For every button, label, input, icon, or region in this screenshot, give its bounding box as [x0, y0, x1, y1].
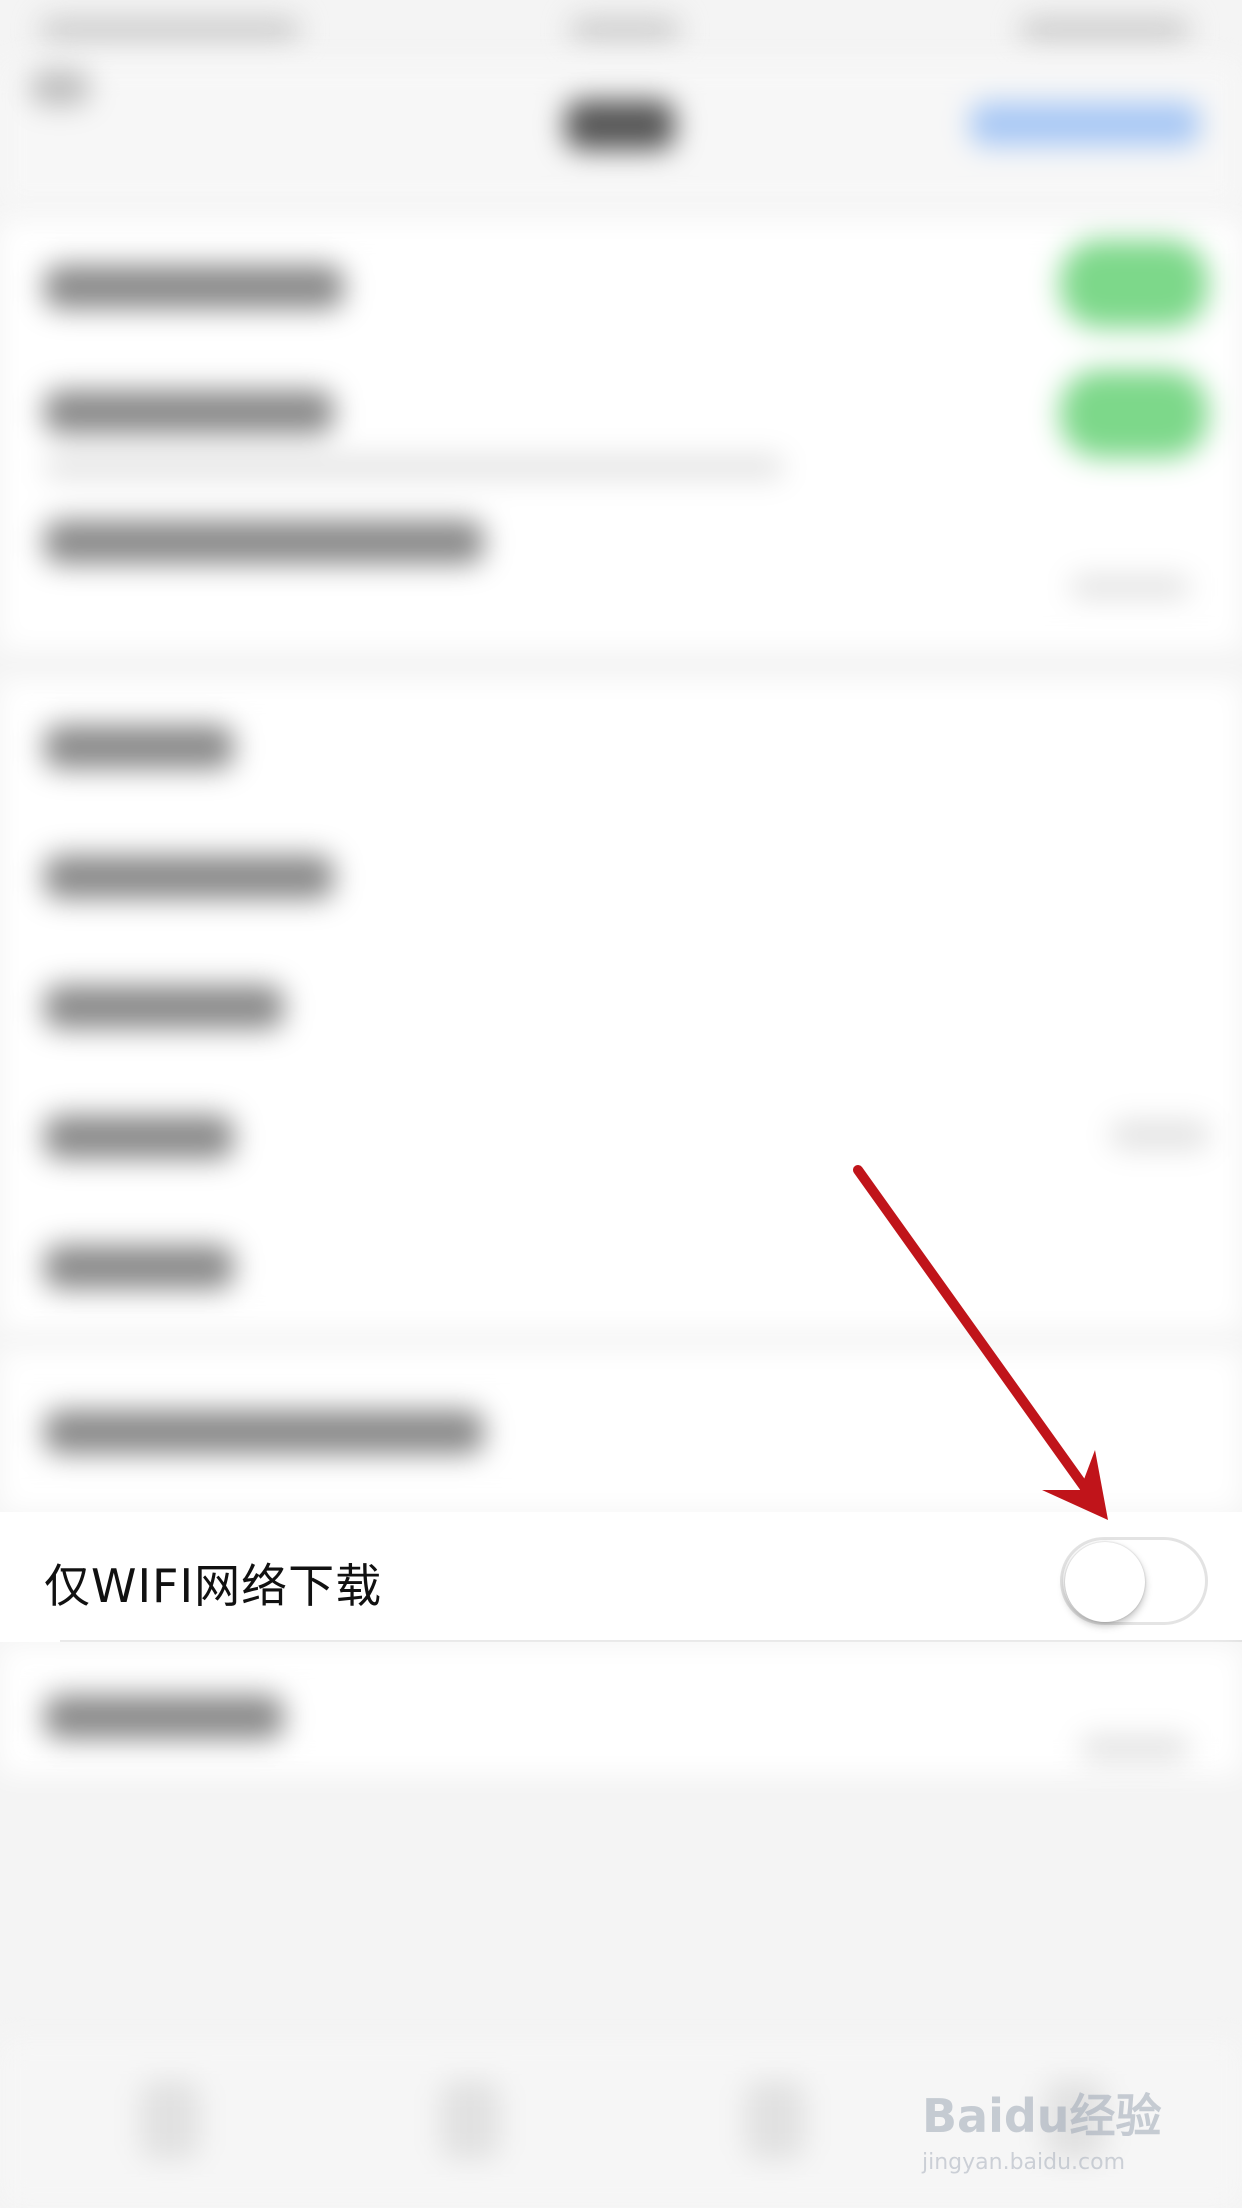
navigation-bar: [0, 60, 1242, 210]
settings-group-1: [0, 220, 1242, 650]
tab-item[interactable]: [745, 2080, 805, 2160]
toggle-switch[interactable]: [1060, 370, 1208, 458]
toggle-switch[interactable]: [1060, 240, 1208, 328]
wifi-only-download-toggle[interactable]: [1060, 1537, 1208, 1625]
status-bar: [0, 0, 1242, 60]
nav-action-button[interactable]: [970, 102, 1200, 146]
page-title: [565, 100, 675, 150]
toggle-knob: [1065, 1542, 1145, 1622]
baidu-watermark: Baidu经验 jingyan.baidu.com: [922, 2080, 1182, 2180]
tab-item[interactable]: [440, 2080, 500, 2160]
settings-group-3-lower: [0, 1645, 1242, 1775]
settings-group-2: [0, 680, 1242, 1330]
row-divider: [60, 1640, 1242, 1642]
tab-item[interactable]: [140, 2080, 200, 2160]
watermark-logo: Baidu经验: [922, 2089, 1162, 2143]
settings-group-3: [0, 1350, 1242, 1512]
wifi-only-download-row: 仅WIFI网络下载: [0, 1512, 1242, 1642]
back-button[interactable]: [30, 70, 90, 106]
wifi-only-download-label: 仅WIFI网络下载: [44, 1559, 383, 1613]
watermark-url: jingyan.baidu.com: [922, 2150, 1126, 2175]
